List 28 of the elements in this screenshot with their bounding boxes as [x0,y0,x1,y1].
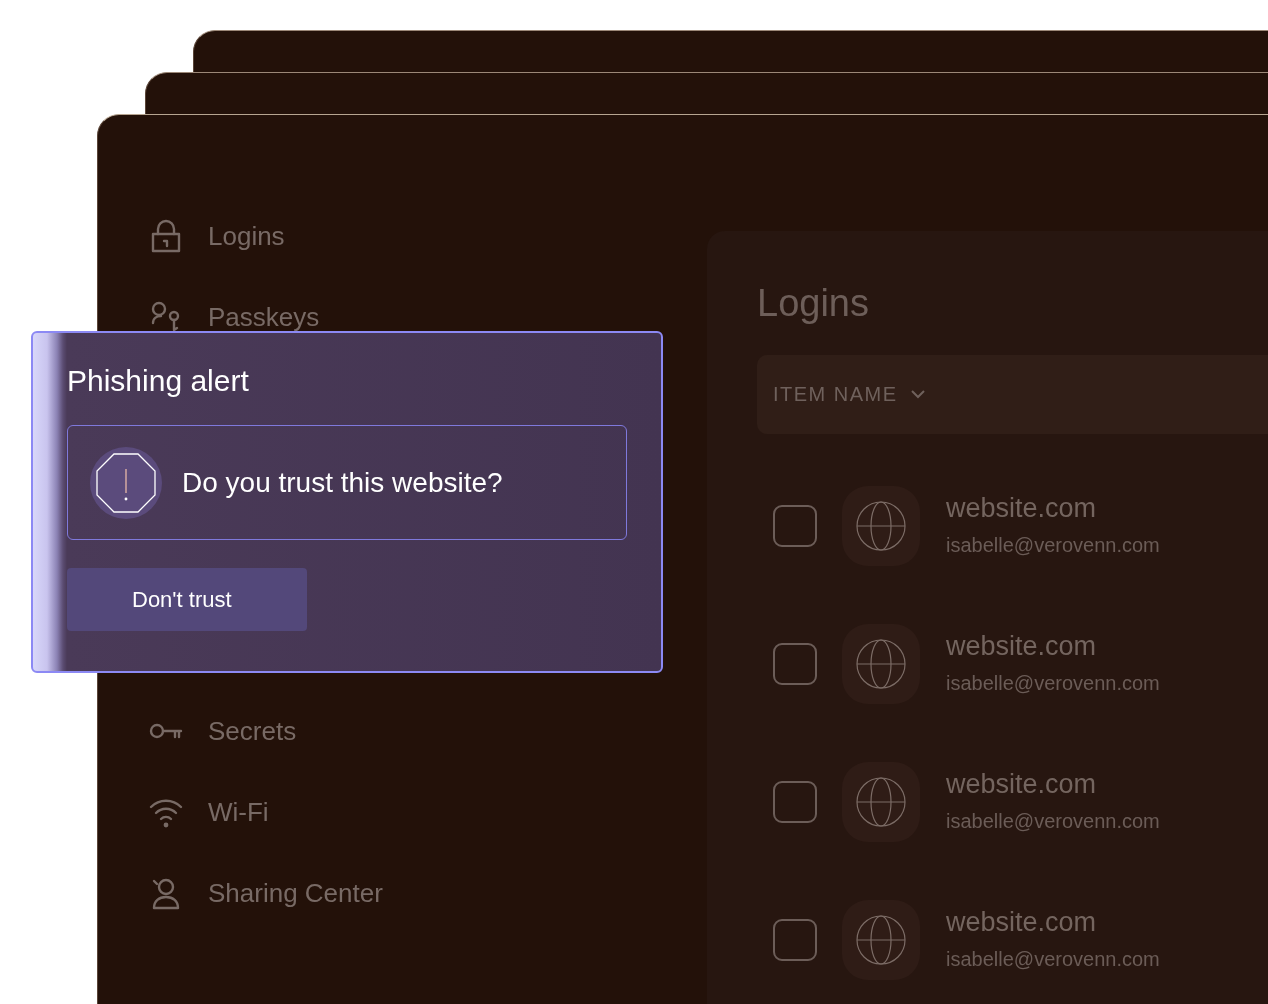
checkbox[interactable] [773,780,817,823]
site-name: website.com [946,629,1098,662]
email-address: isabelle@verovenn.com [946,809,1160,834]
panel-title: Logins [757,283,870,325]
email-address: isabelle@verovenn.com [946,533,1160,558]
site-name: website.com [946,767,1098,800]
sidebar-item[interactable]: Wi-Fi [208,798,269,825]
chevron-down-icon [909,389,926,400]
alert-message: Do you trust this website? [182,465,503,500]
column-header[interactable]: ITEM NAME [773,379,926,410]
site-name: website.com [946,491,1098,524]
alert-title: Phishing alert [67,363,250,399]
checkbox[interactable] [773,642,817,685]
email-address: isabelle@verovenn.com [946,947,1160,972]
sidebar-item[interactable]: Sharing Center [208,879,383,906]
checkbox[interactable] [773,918,817,961]
globe-icon [856,500,906,551]
globe-icon [856,776,906,827]
globe-icon [856,638,906,689]
checkbox[interactable] [773,504,817,547]
globe-icon [856,914,906,965]
sidebar-item[interactable]: Secrets [208,717,297,744]
sidebar-item[interactable]: Logins [208,222,285,249]
dont-trust-button[interactable]: Don't trust [67,568,307,631]
sidebar-item[interactable]: Passkeys [208,303,320,330]
key-person-icon [151,301,181,332]
email-address: isabelle@verovenn.com [946,671,1160,696]
site-name: website.com [946,905,1098,938]
